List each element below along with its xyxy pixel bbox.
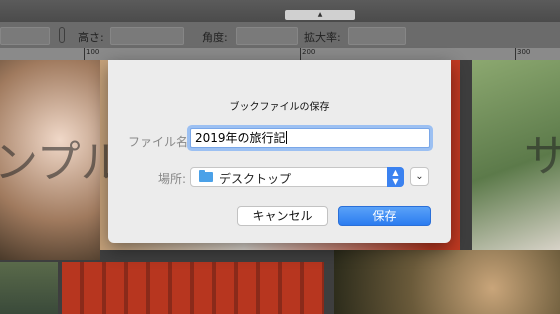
top-toolbar: ▲ [0,0,560,23]
collapse-panel-button[interactable]: ▲ [285,10,355,20]
text-caret [285,131,287,144]
save-button[interactable]: 保存 [338,206,431,226]
scale-field[interactable] [348,27,406,45]
location-value: デスクトップ [219,172,292,186]
save-dialog: ブックファイルの保存 ファイル名 2019年の旅行記 場所: デスクトップ ▲ ▼… [108,60,451,243]
photo-shrine[interactable] [62,262,324,314]
property-bar: 高さ: 角度: 拡大率: [0,22,560,49]
chevron-updown-icon[interactable]: ▲ ▼ [387,167,404,187]
link-icon[interactable] [59,27,65,43]
dialog-title: ブックファイルの保存 [229,102,330,113]
height-field[interactable] [110,27,184,45]
ruler-label-300: 300 [517,48,531,56]
height-label: 高さ: [78,31,104,44]
angle-field[interactable] [236,27,298,45]
photo-hat[interactable] [334,250,560,314]
scale-label: 拡大率: [304,31,341,44]
photo-trees[interactable] [0,262,58,314]
canvas-title-left: ンプル [0,137,125,188]
location-label: 場所: [158,172,187,186]
file-name-input[interactable]: 2019年の旅行記 [190,128,430,148]
expand-dialog-button[interactable]: ⌄ [410,167,429,186]
ruler-label-200: 200 [302,48,316,56]
canvas-title-right: サ [524,131,560,182]
ruler-tick [515,48,516,60]
folder-icon [199,170,213,182]
ruler-label-100: 100 [86,48,100,56]
ruler-tick [84,48,85,60]
cancel-button[interactable]: キャンセル [237,206,328,226]
width-field[interactable] [0,27,50,45]
angle-label: 角度: [202,31,228,44]
file-name-value: 2019年の旅行記 [195,131,286,145]
file-name-label: ファイル名 [128,135,189,149]
ruler-tick [300,48,301,60]
location-select[interactable]: デスクトップ ▲ ▼ [190,167,404,187]
